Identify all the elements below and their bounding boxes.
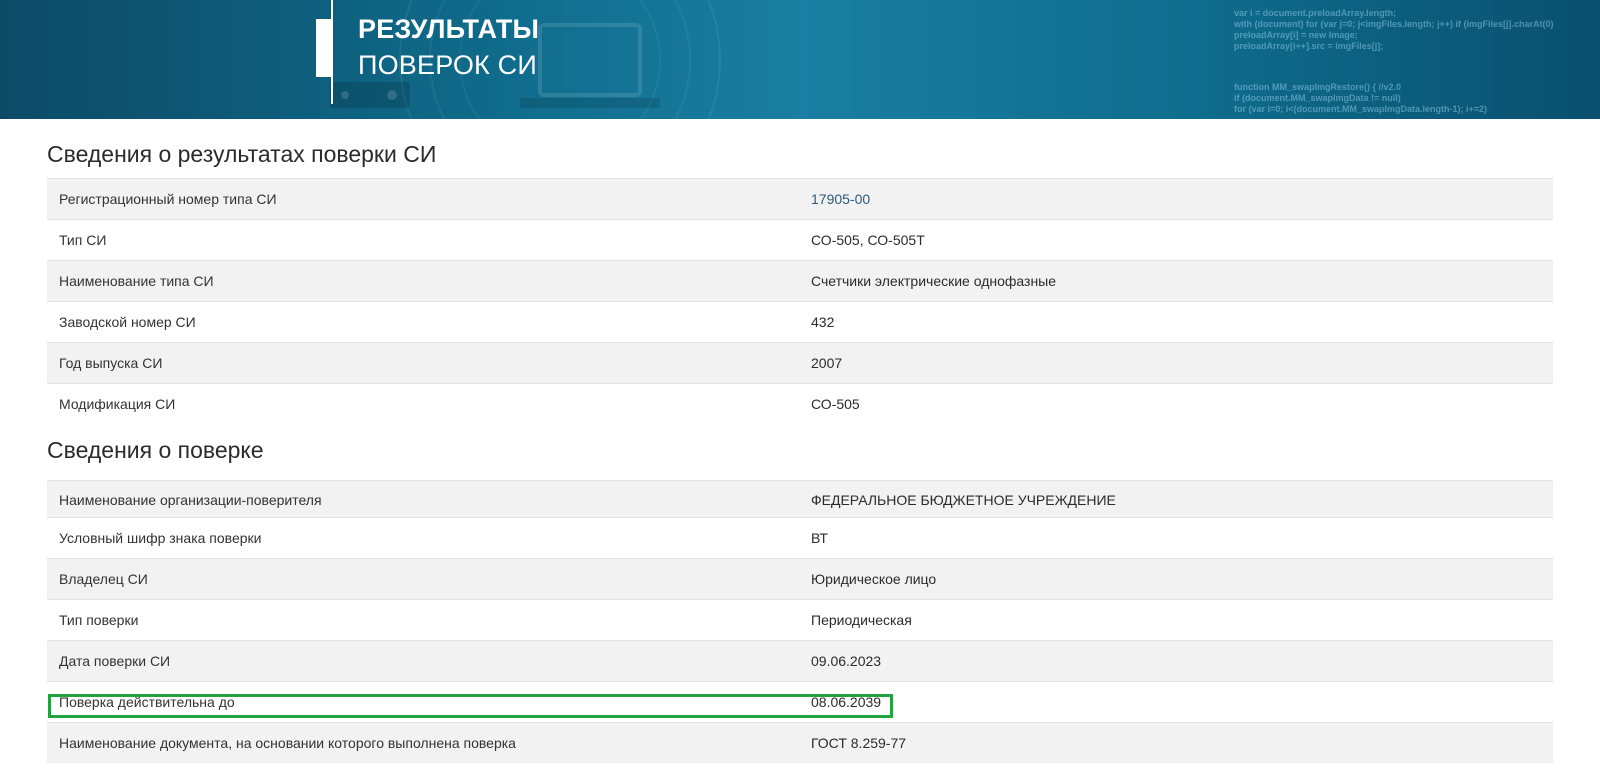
row-label: Регистрационный номер типа СИ [59, 191, 277, 207]
title-accent-bar [316, 19, 331, 77]
row-label: Условный шифр знака поверки [59, 530, 262, 546]
code-text-block-2: function MM_swapImgRestore() { //v2.0 if… [1234, 82, 1488, 114]
row-value: ВТ [811, 530, 828, 546]
table-row: Наименование организации-поверителя ФЕДЕ… [47, 480, 1553, 517]
table-row: Наименование документа, на основании кот… [47, 722, 1553, 763]
row-value: Счетчики электрические однофазные [811, 273, 1057, 289]
table-row: Заводской номер СИ 432 [47, 301, 1553, 342]
table-row: Модификация СИ СО-505 [47, 383, 1553, 424]
title-divider-line [331, 0, 333, 104]
row-label: Год выпуска СИ [59, 355, 163, 371]
row-label: Владелец СИ [59, 571, 148, 587]
table-row: Тип поверки Периодическая [47, 599, 1553, 640]
header-banner: var i = document.preloadArray.length; wi… [0, 0, 1600, 119]
table-row: Наименование типа СИ Счетчики электричес… [47, 260, 1553, 301]
row-label: Модификация СИ [59, 396, 176, 412]
row-value: 2007 [811, 355, 843, 371]
row-label: Наименование типа СИ [59, 273, 214, 289]
highlight-box [48, 694, 893, 718]
code-text-block-1: var i = document.preloadArray.length; wi… [1234, 8, 1554, 51]
row-label: Наименование организации-поверителя [59, 492, 322, 508]
section-title-verification: Сведения о поверке [47, 437, 264, 463]
row-value: СО-505 [811, 396, 860, 412]
row-value: 09.06.2023 [811, 653, 882, 669]
monitor-icon [538, 23, 642, 97]
row-value: Юридическое лицо [811, 571, 937, 587]
row-label: Заводской номер СИ [59, 314, 196, 330]
row-label: Наименование документа, на основании кот… [59, 735, 516, 751]
table-row: Дата поверки СИ 09.06.2023 [47, 640, 1553, 681]
row-label: Тип поверки [59, 612, 139, 628]
page-title-line-1: РЕЗУЛЬТАТЫ [358, 14, 540, 44]
registration-number-link[interactable]: 17905-00 [811, 191, 870, 207]
si-info-table: Регистрационный номер типа СИ 17905-00 Т… [47, 178, 1553, 424]
table-row: Год выпуска СИ 2007 [47, 342, 1553, 383]
section-title-si: Сведения о результатах поверки СИ [47, 141, 437, 167]
table-row: Тип СИ СО-505, СО-505Т [47, 219, 1553, 260]
row-value: СО-505, СО-505Т [811, 232, 925, 248]
row-label: Тип СИ [59, 232, 107, 248]
table-row: Владелец СИ Юридическое лицо [47, 558, 1553, 599]
row-label: Дата поверки СИ [59, 653, 171, 669]
row-value: ФЕДЕРАЛЬНОЕ БЮДЖЕТНОЕ УЧРЕЖДЕНИЕ [811, 492, 1116, 508]
row-value: Периодическая [811, 612, 912, 628]
page-title-line-2: ПОВЕРОК СИ [358, 50, 537, 80]
row-value: 432 [811, 314, 835, 330]
verification-info-table: Наименование организации-поверителя ФЕДЕ… [47, 480, 1553, 763]
table-row: Регистрационный номер типа СИ 17905-00 [47, 178, 1553, 219]
row-value: ГОСТ 8.259-77 [811, 735, 907, 751]
table-row: Условный шифр знака поверки ВТ [47, 517, 1553, 558]
